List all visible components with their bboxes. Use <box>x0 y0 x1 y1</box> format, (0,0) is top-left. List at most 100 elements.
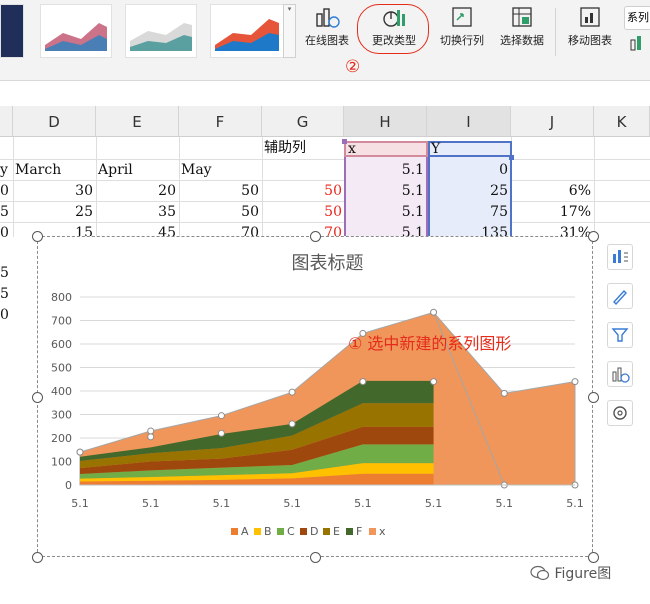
legend-swatch[interactable] <box>346 528 353 535</box>
cell-g[interactable]: 50 <box>262 202 342 222</box>
series-x-marker[interactable] <box>430 378 438 386</box>
resize-handle[interactable] <box>588 552 599 563</box>
chart-style-thumb-2[interactable] <box>40 4 112 58</box>
select-data-button[interactable]: 选择数据 <box>494 4 550 58</box>
x-tick-label: 5.1 <box>213 497 231 510</box>
gallery-dropdown-button[interactable]: ▾ <box>283 4 296 58</box>
x-tick-label: 5.1 <box>354 497 372 510</box>
column-header-e[interactable]: E <box>96 106 179 136</box>
select-data-label: 选择数据 <box>500 34 544 47</box>
cell-h[interactable]: 5.1 <box>344 181 424 201</box>
move-chart-button[interactable]: 移动图表 <box>562 4 618 58</box>
cell-e[interactable]: 20 <box>96 181 176 201</box>
cell-f-header[interactable]: May <box>181 160 212 180</box>
series-x-marker[interactable] <box>217 429 225 437</box>
cell-c-tail[interactable]: 0 <box>0 223 9 243</box>
cell-j[interactable]: 17% <box>511 202 591 222</box>
cell-d-header[interactable]: March <box>15 160 61 180</box>
chart-style-thumb-1[interactable] <box>0 4 24 58</box>
chart-style-thumb-3[interactable] <box>125 4 197 58</box>
legend-swatch[interactable] <box>231 528 238 535</box>
series-x-marker[interactable] <box>217 412 225 420</box>
series-x-marker[interactable] <box>288 388 296 396</box>
cell-c-tail[interactable]: 5 <box>0 263 9 283</box>
series-x-marker[interactable] <box>430 308 438 316</box>
online-chart-button[interactable]: 在线图表 <box>297 4 357 58</box>
column-header-i[interactable]: I <box>427 106 511 136</box>
cell-g[interactable]: 50 <box>262 181 342 201</box>
cell-c-tail[interactable]: 0 <box>0 305 9 325</box>
series-x-marker[interactable] <box>288 420 296 428</box>
column-header-h[interactable]: H <box>344 106 427 136</box>
legend-label[interactable]: x <box>379 525 386 538</box>
cell-i[interactable]: 75 <box>428 202 508 222</box>
cell-h-row1[interactable]: 5.1 <box>344 160 424 180</box>
series-x-marker[interactable] <box>571 378 579 386</box>
x-header-range <box>344 141 428 157</box>
legend-label[interactable]: B <box>264 525 272 538</box>
resize-handle[interactable] <box>310 231 321 242</box>
cell-i[interactable]: 25 <box>428 181 508 201</box>
cell-i-header[interactable]: Y <box>431 139 440 159</box>
resize-handle[interactable] <box>310 552 321 563</box>
chart-settings-button[interactable] <box>607 400 633 426</box>
cell-e-header[interactable]: April <box>98 160 133 180</box>
cell-h-header[interactable]: x <box>348 139 356 159</box>
column-header-g[interactable]: G <box>262 106 344 136</box>
cell-c-tail[interactable]: 5 <box>0 284 9 304</box>
series-x-marker[interactable] <box>147 427 155 435</box>
column-header-j[interactable]: J <box>511 106 594 136</box>
cell-j[interactable]: 6% <box>511 181 591 201</box>
x-tick-label: 5.1 <box>71 497 89 510</box>
resize-handle[interactable] <box>32 552 43 563</box>
cell-i-row1[interactable]: 0 <box>428 160 508 180</box>
series-x-marker[interactable] <box>359 378 367 386</box>
legend-label[interactable]: F <box>356 525 362 538</box>
chart-style-button[interactable] <box>607 283 633 309</box>
legend-swatch[interactable] <box>300 528 307 535</box>
move-chart-label: 移动图表 <box>568 34 612 47</box>
y-tick-label: 700 <box>51 315 72 328</box>
cell-h[interactable]: 5.1 <box>344 202 424 222</box>
online-chart-side-button[interactable] <box>607 361 633 387</box>
series-x-marker[interactable] <box>76 448 84 456</box>
series-x-marker[interactable] <box>500 389 508 397</box>
column-header-c[interactable] <box>0 106 13 136</box>
series-button[interactable]: 系列 <box>624 6 650 30</box>
legend-label[interactable]: D <box>310 525 318 538</box>
series-x-marker[interactable] <box>147 433 155 441</box>
cell-c-tail[interactable]: 0 <box>0 181 9 201</box>
chart-style-thumb-4[interactable] <box>210 4 284 58</box>
legend-swatch[interactable] <box>254 528 261 535</box>
step-2-marker: ② <box>345 57 361 77</box>
y-tick-label: 400 <box>51 385 72 398</box>
resize-handle[interactable] <box>32 231 43 242</box>
column-header-d[interactable]: D <box>13 106 96 136</box>
legend-label[interactable]: C <box>287 525 295 538</box>
area-chart[interactable]: 图表标题 0 100 200 300 400 500 600 700 800 5.1 5.1 5.1 5.… <box>38 237 592 556</box>
cell-d[interactable]: 30 <box>13 181 93 201</box>
legend-swatch[interactable] <box>323 528 330 535</box>
cell-g-helper[interactable]: 辅助列 <box>264 138 306 158</box>
cell-e[interactable]: 35 <box>96 202 176 222</box>
cell-f[interactable]: 50 <box>179 202 259 222</box>
cell-c-tail-header[interactable]: y <box>0 160 8 180</box>
resize-handle[interactable] <box>588 231 599 242</box>
chart-filter-button[interactable] <box>607 322 633 348</box>
cell-c-tail[interactable]: 5 <box>0 202 9 222</box>
chart-area[interactable]: 图表标题 0 100 200 300 400 500 600 700 800 5.1 5.1 5.1 5.… <box>37 236 593 557</box>
legend-swatch[interactable] <box>277 528 284 535</box>
legend-swatch[interactable] <box>369 528 376 535</box>
cell-f[interactable]: 50 <box>179 181 259 201</box>
column-header-k[interactable]: K <box>594 106 650 136</box>
cell-d[interactable]: 25 <box>13 202 93 222</box>
column-header-f[interactable]: F <box>179 106 262 136</box>
resize-handle[interactable] <box>588 392 599 403</box>
legend-label[interactable]: A <box>241 525 249 538</box>
resize-handle[interactable] <box>32 392 43 403</box>
area-thumb-icon <box>215 19 279 51</box>
chart-title[interactable]: 图表标题 <box>292 253 364 274</box>
switch-row-col-button[interactable]: 切换行列 <box>434 4 490 58</box>
legend-label[interactable]: E <box>333 525 340 538</box>
chart-elements-button[interactable] <box>607 244 633 270</box>
